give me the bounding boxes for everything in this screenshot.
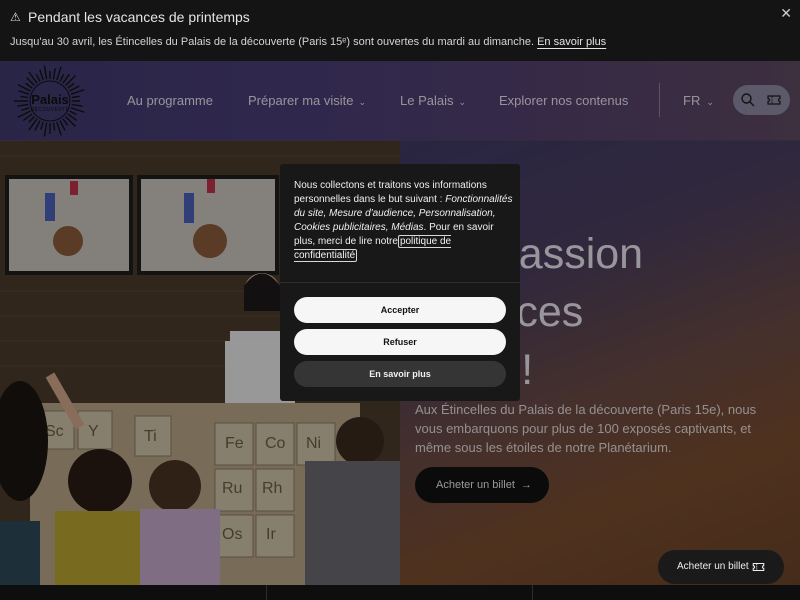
buy-ticket-button[interactable]: Acheter un billet → (415, 467, 549, 503)
cookie-message: Nous collectons et traitons vos informat… (294, 179, 514, 263)
element-label: Fe (225, 435, 244, 452)
divider (532, 585, 533, 600)
warning-icon: ⚠ (10, 10, 21, 24)
banner-text: Jusqu'au 30 avril, les Étincelles du Pal… (10, 36, 606, 48)
element-label: Ru (222, 480, 242, 497)
chevron-down-icon: ⌄ (458, 97, 467, 107)
ticket-icon[interactable] (766, 92, 782, 108)
nav-item-contenus[interactable]: Explorer nos contenus (499, 93, 628, 108)
element-label: Ir (266, 526, 276, 543)
bottom-strip (0, 585, 800, 600)
nav-item-label: Au programme (127, 93, 213, 108)
cookie-period: . (423, 222, 427, 233)
site-logo[interactable]: Palais DÉCOUVERTE (12, 65, 88, 137)
floating-buy-ticket-button[interactable]: Acheter un billet (658, 550, 784, 584)
chevron-down-icon: ⌄ (358, 97, 367, 107)
nav-item-label: Explorer nos contenus (499, 93, 629, 108)
accept-button[interactable]: Accepter (294, 297, 506, 323)
divider (266, 585, 267, 600)
arrow-right-icon: → (520, 479, 532, 491)
logo-word: Palais (31, 92, 69, 107)
learn-more-button[interactable]: En savoir plus (294, 361, 506, 387)
close-icon[interactable]: ✕ (780, 5, 792, 22)
header-tools (733, 85, 790, 115)
hero-description: Aux Étincelles du Palais de la découvert… (415, 402, 757, 455)
cookie-divider (280, 282, 520, 283)
element-label: Ti (144, 428, 157, 445)
language-selector[interactable]: FR ⌄ (683, 93, 714, 108)
nav-item-programme[interactable]: Au programme (127, 93, 213, 108)
search-icon[interactable] (740, 92, 756, 108)
nav-divider (659, 83, 660, 117)
element-label: Co (265, 435, 286, 452)
banner-body: Jusqu'au 30 avril, les Étincelles du Pal… (10, 36, 535, 48)
info-banner: ⚠ Pendant les vacances de printemps Jusq… (0, 0, 800, 61)
floating-button-label: Acheter un billet (677, 561, 749, 572)
refuse-button[interactable]: Refuser (294, 329, 506, 355)
element-label: Y (88, 423, 99, 440)
logo-subword: DÉCOUVERTE (30, 107, 70, 113)
nav-item-label: Le Palais (400, 93, 454, 108)
element-label: Rh (262, 480, 282, 497)
banner-link[interactable]: En savoir plus (537, 36, 606, 48)
element-label: Ni (306, 435, 321, 452)
cookie-consent-dialog: Nous collectons et traitons vos informat… (280, 164, 520, 401)
element-label: Os (222, 526, 242, 543)
language-label: FR (683, 93, 701, 108)
banner-title: Pendant les vacances de printemps (28, 9, 250, 25)
site-header: Palais DÉCOUVERTE Au programme Préparer … (0, 61, 800, 141)
ticket-icon (752, 562, 765, 572)
chevron-down-icon: ⌄ (706, 97, 714, 107)
nav-item-label: Préparer ma visite (248, 93, 354, 108)
nav-item-visite[interactable]: Préparer ma visite ⌄ (248, 93, 366, 108)
nav-item-palais[interactable]: Le Palais ⌄ (400, 93, 466, 108)
buy-ticket-label: Acheter un billet (436, 479, 515, 491)
